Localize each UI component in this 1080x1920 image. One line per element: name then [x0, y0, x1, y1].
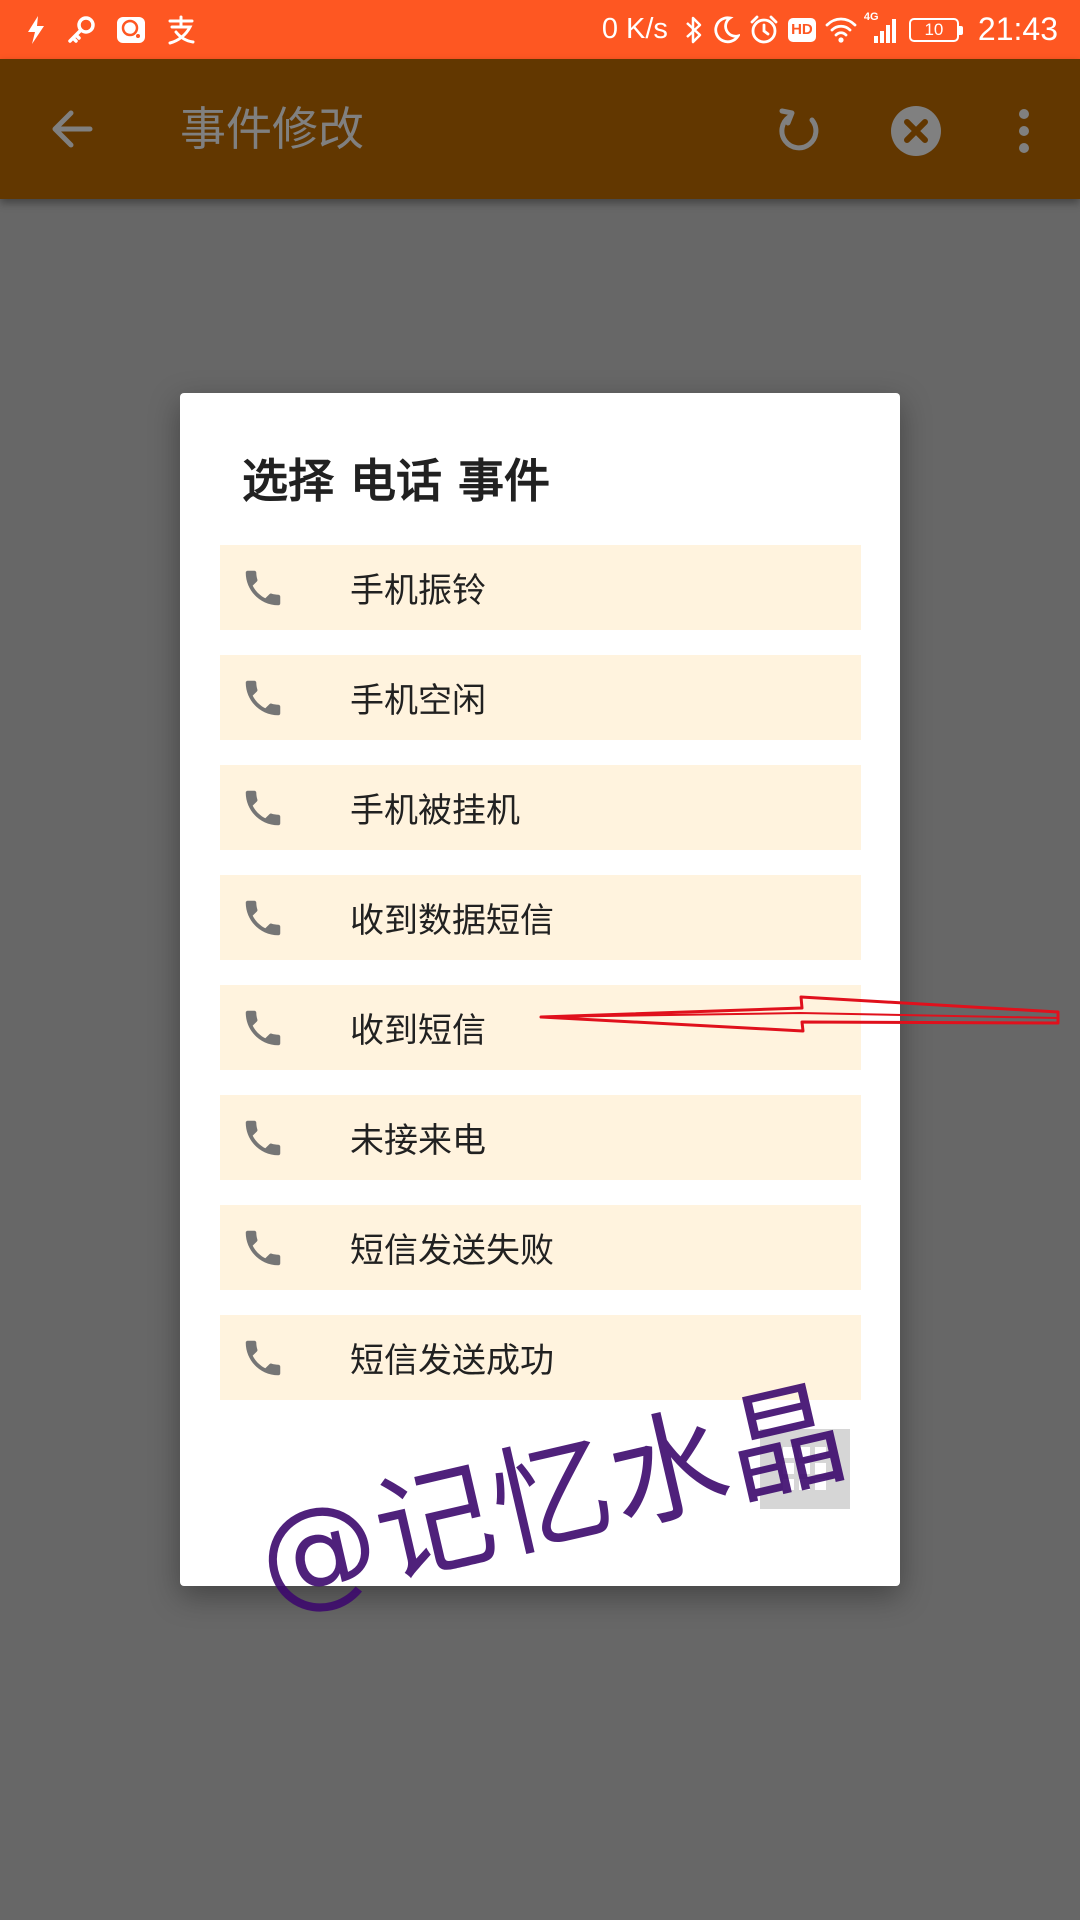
battery-level: 10 — [924, 19, 944, 39]
alipay-icon — [166, 13, 196, 47]
phone-icon — [238, 783, 288, 833]
close-circle-icon — [891, 106, 941, 156]
page-title: 事件修改 — [180, 102, 364, 156]
dialog-title: 选择 电话 事件 — [242, 454, 551, 508]
status-bar-right: 0 K/s HD 4G 10 21:43 — [602, 11, 1058, 48]
key-icon — [66, 13, 96, 47]
more-vert-icon — [1019, 109, 1029, 153]
event-item-phone-ringing[interactable]: 手机振铃 — [220, 545, 861, 630]
back-arrow-icon — [52, 110, 93, 148]
event-item-sms-send-failed[interactable]: 短信发送失败 — [220, 1205, 861, 1290]
alarm-icon — [749, 13, 779, 47]
event-label: 短信发送成功 — [350, 1341, 554, 1381]
event-item-phone-idle[interactable]: 手机空闲 — [220, 655, 861, 740]
event-item-missed-call[interactable]: 未接来电 — [220, 1095, 861, 1180]
chat-icon — [116, 13, 146, 47]
phone-icon — [238, 1003, 288, 1053]
event-label: 收到短信 — [350, 1011, 486, 1051]
event-item-phone-hung-up[interactable]: 手机被挂机 — [220, 765, 861, 850]
phone-icon — [238, 673, 288, 723]
refresh-icon — [779, 108, 819, 151]
refresh-button[interactable] — [768, 99, 832, 163]
phone-icon — [238, 1223, 288, 1273]
more-button[interactable] — [1004, 99, 1044, 163]
event-label: 手机被挂机 — [350, 791, 520, 831]
event-label: 短信发送失败 — [350, 1231, 554, 1271]
clock: 21:43 — [977, 11, 1058, 47]
phone-icon — [238, 1113, 288, 1163]
wifi-icon — [825, 13, 857, 47]
event-label: 收到数据短信 — [350, 901, 554, 941]
signal-icon: 4G — [863, 10, 900, 47]
moon-icon — [712, 13, 740, 47]
app-bar: 事件修改 — [0, 59, 1080, 199]
status-bar-left — [26, 13, 196, 47]
phone-icon — [238, 563, 288, 613]
network-speed: 0 K/s — [601, 13, 668, 45]
phone-icon — [238, 893, 288, 943]
phone-icon — [238, 1333, 288, 1383]
event-item-data-sms-received[interactable]: 收到数据短信 — [220, 875, 861, 960]
hd-badge: HD — [787, 17, 816, 42]
event-label: 手机空闲 — [350, 681, 486, 721]
battery-icon: 10 — [908, 17, 963, 42]
back-button[interactable] — [42, 99, 102, 159]
event-list: 手机振铃 手机空闲 手机被挂机 收到数据短信 收到短信 未接来电 短信发送失败 … — [220, 545, 861, 1425]
signal-label: 4G — [863, 10, 879, 23]
bluetooth-icon — [685, 13, 703, 47]
event-label: 未接来电 — [350, 1121, 486, 1161]
cancel-button[interactable] — [884, 99, 948, 163]
event-label: 手机振铃 — [350, 571, 486, 611]
status-bar: 0 K/s HD 4G 10 21:43 — [0, 0, 1080, 59]
event-item-sms-received[interactable]: 收到短信 — [220, 985, 861, 1070]
flash-icon — [26, 13, 46, 47]
screen: 0 K/s HD 4G 10 21:43 事件修改 选择 电话 事件 手机振铃 … — [0, 0, 1080, 1920]
